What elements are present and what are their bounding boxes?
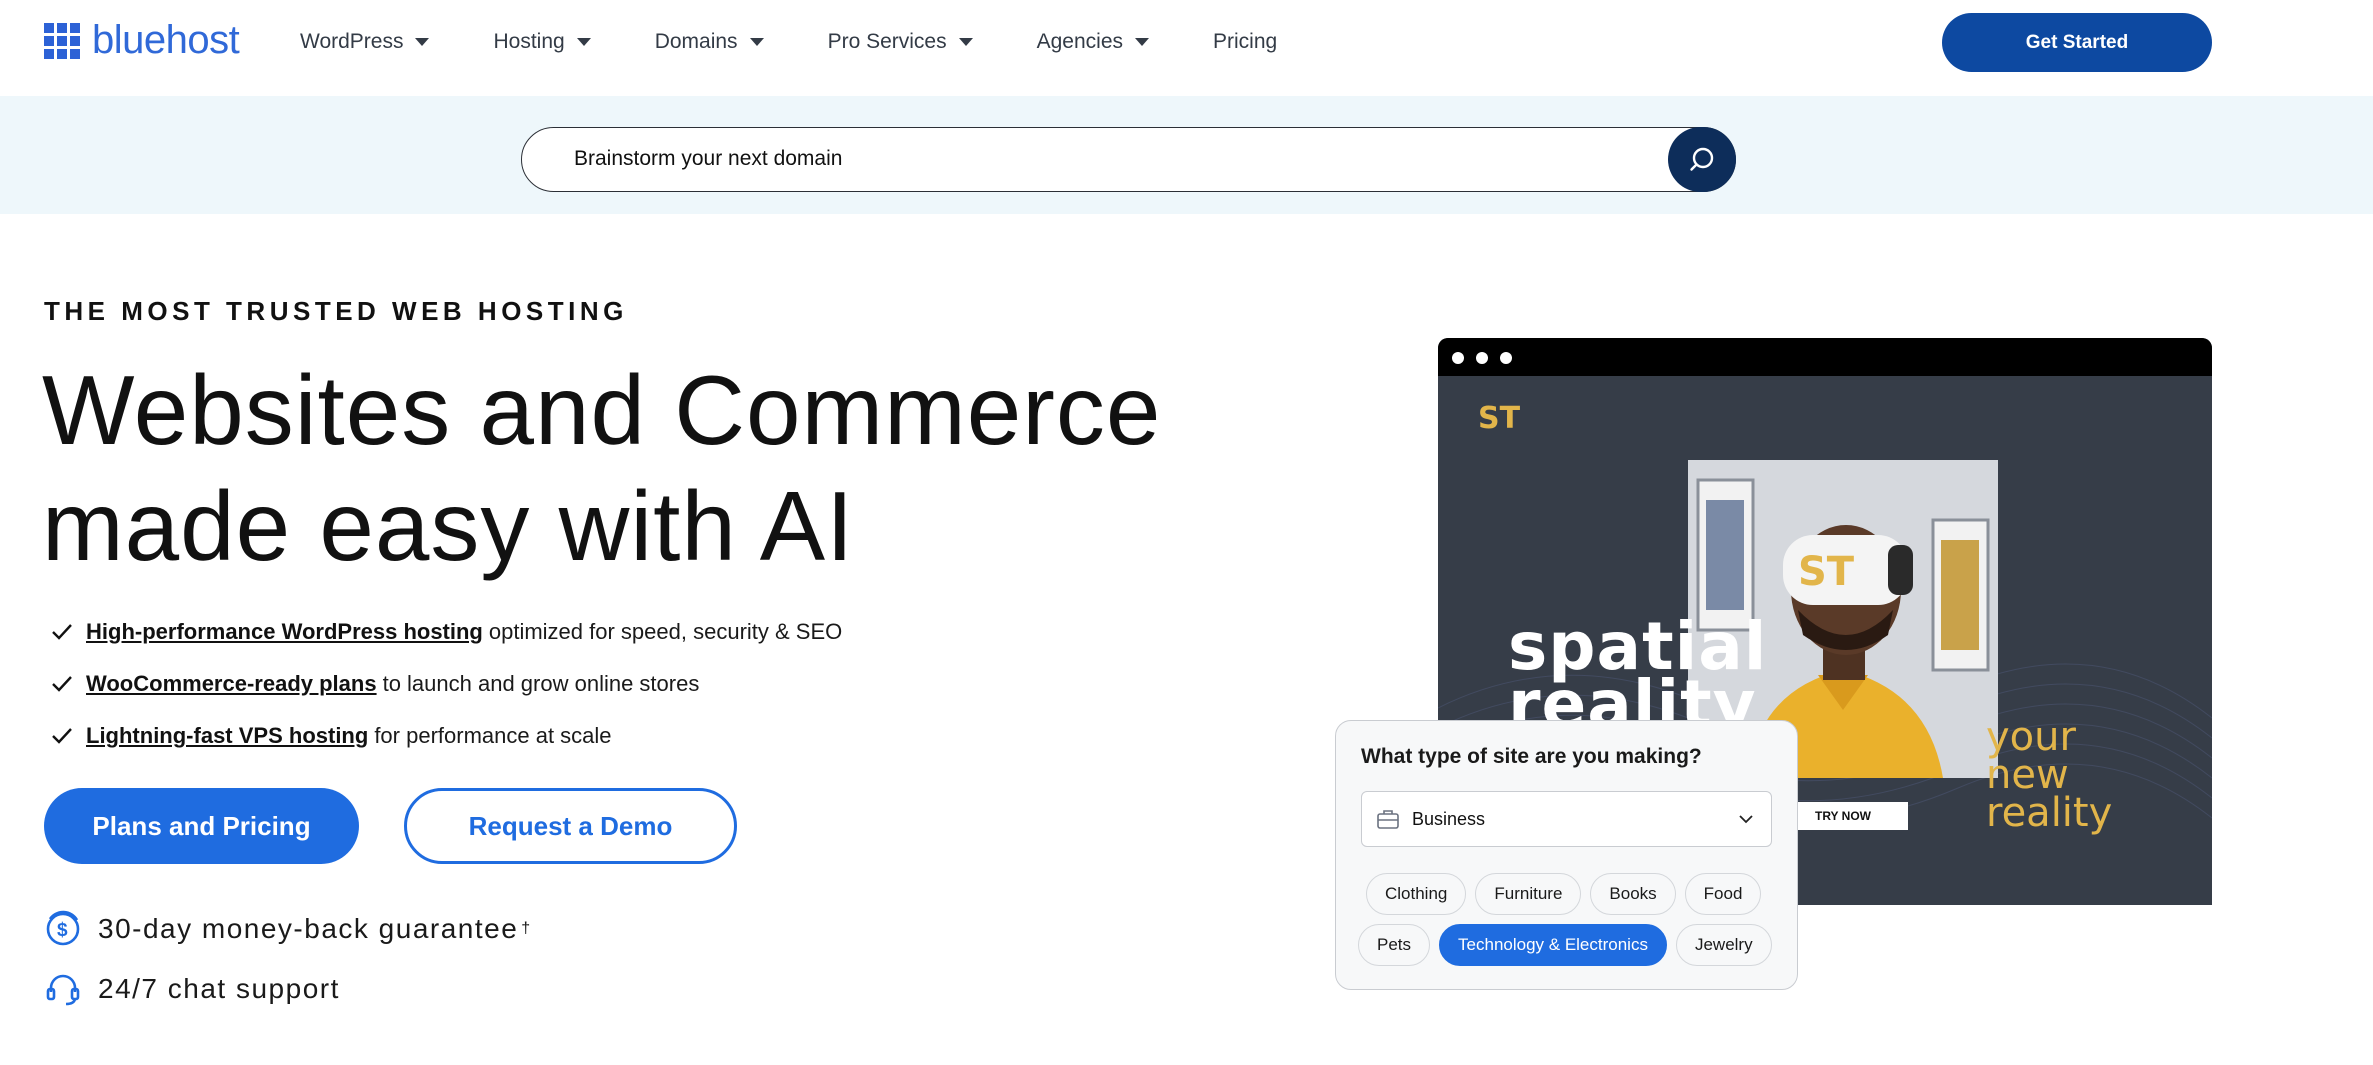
preview-tagline: your new reality bbox=[1986, 714, 2113, 836]
domain-search-box bbox=[521, 127, 1736, 192]
nav-item-domains[interactable]: Domains bbox=[655, 30, 764, 54]
feature-link-wordpress[interactable]: High-performance WordPress hosting bbox=[86, 619, 483, 645]
guarantee-text: 30-day money-back guarantee bbox=[98, 913, 519, 944]
bluehost-logo[interactable]: bluehost bbox=[44, 18, 240, 63]
hero-eyebrow: THE MOST TRUSTED WEB HOSTING bbox=[44, 296, 628, 326]
st-logo: ST bbox=[1478, 401, 1521, 434]
nav-item-agencies[interactable]: Agencies bbox=[1037, 30, 1149, 54]
nav-label: Pricing bbox=[1213, 30, 1278, 53]
window-dot-icon bbox=[1476, 352, 1488, 364]
search-icon bbox=[1690, 147, 1714, 171]
nav-label: Pro Services bbox=[827, 30, 947, 53]
headline-line-2: made easy with AI bbox=[42, 471, 855, 581]
caret-down-icon bbox=[749, 38, 764, 46]
logo-grid-icon bbox=[44, 22, 80, 59]
money-back-guarantee: $ 30-day money-back guarantee † bbox=[44, 910, 532, 948]
check-icon bbox=[52, 676, 72, 692]
headline-line-1: Websites and Commerce bbox=[42, 355, 1162, 465]
feature-text: optimized for speed, security & SEO bbox=[488, 619, 843, 644]
briefcase-icon bbox=[1377, 810, 1399, 829]
chip-furniture[interactable]: Furniture bbox=[1475, 873, 1582, 915]
preview-tagline-line: new bbox=[1986, 752, 2069, 798]
feature-link-woocommerce[interactable]: WooCommerce-ready plans bbox=[86, 671, 377, 697]
nav-item-wordpress[interactable]: WordPress bbox=[300, 30, 430, 54]
svg-text:ST: ST bbox=[1478, 401, 1521, 434]
check-icon bbox=[52, 728, 72, 744]
feature-link-vps[interactable]: Lightning-fast VPS hosting bbox=[86, 723, 368, 749]
svg-text:$: $ bbox=[57, 920, 69, 941]
site-type-selected-value: Business bbox=[1412, 808, 1486, 829]
chevron-down-icon bbox=[1739, 815, 1753, 824]
feature-item: WooCommerce-ready plans to launch and gr… bbox=[48, 658, 842, 710]
headset-icon bbox=[46, 974, 80, 1006]
caret-down-icon bbox=[958, 38, 973, 46]
caret-down-icon bbox=[576, 38, 591, 46]
caret-down-icon bbox=[415, 38, 430, 46]
hero-headline: Websites and Commerce made easy with AI bbox=[42, 352, 1242, 584]
chip-clothing[interactable]: Clothing bbox=[1366, 873, 1467, 915]
window-dot-icon bbox=[1452, 352, 1464, 364]
nav-label: Hosting bbox=[493, 30, 565, 53]
chip-row: Pets Technology & Electronics Jewelry bbox=[1358, 924, 1776, 966]
feature-text: to launch and grow online stores bbox=[382, 671, 700, 696]
guarantee-dagger: † bbox=[521, 920, 532, 937]
preview-headline: spatial reality bbox=[1508, 614, 1767, 738]
nav-label: Agencies bbox=[1036, 30, 1123, 53]
chip-row: Clothing Furniture Books Food bbox=[1366, 873, 1776, 915]
logo-text: bluehost bbox=[92, 18, 240, 62]
domain-search-input[interactable] bbox=[574, 128, 1654, 190]
search-button[interactable] bbox=[1668, 127, 1736, 192]
nav-item-hosting[interactable]: Hosting bbox=[493, 30, 591, 54]
chip-technology-electronics[interactable]: Technology & Electronics bbox=[1439, 924, 1667, 966]
chip-jewelry[interactable]: Jewelry bbox=[1675, 924, 1772, 966]
chip-pets[interactable]: Pets bbox=[1358, 924, 1431, 966]
chip-food[interactable]: Food bbox=[1684, 873, 1762, 915]
nav-label: WordPress bbox=[300, 30, 404, 53]
nav-label: Domains bbox=[654, 30, 738, 53]
feature-item: High-performance WordPress hosting optim… bbox=[48, 606, 842, 658]
feature-list: High-performance WordPress hosting optim… bbox=[48, 606, 842, 762]
request-demo-button[interactable]: Request a Demo bbox=[404, 788, 737, 864]
nav-item-pricing[interactable]: Pricing bbox=[1213, 30, 1277, 54]
preview-tagline-line: your bbox=[1986, 714, 2076, 760]
site-header: bluehost WordPress Hosting Domains Pro S… bbox=[0, 0, 2373, 96]
dollar-circle-icon: $ bbox=[46, 910, 80, 946]
preview-tagline-line: reality bbox=[1986, 790, 2113, 836]
browser-bar bbox=[1438, 338, 2212, 376]
check-icon bbox=[52, 624, 72, 640]
site-category-chips: Clothing Furniture Books Food Pets Techn… bbox=[1358, 873, 1776, 975]
main-nav: WordPress Hosting Domains Pro Services A… bbox=[300, 30, 1341, 54]
plans-and-pricing-button[interactable]: Plans and Pricing bbox=[44, 788, 359, 864]
get-started-button[interactable]: Get Started bbox=[1942, 13, 2212, 72]
domain-search-band bbox=[0, 96, 2373, 214]
site-type-question: What type of site are you making? bbox=[1361, 745, 1702, 768]
support-text: 24/7 chat support bbox=[98, 973, 340, 1004]
caret-down-icon bbox=[1135, 38, 1149, 46]
svg-text:ST: ST bbox=[1798, 549, 1855, 595]
feature-item: Lightning-fast VPS hosting for performan… bbox=[48, 710, 842, 762]
nav-item-pro-services[interactable]: Pro Services bbox=[828, 30, 973, 54]
chat-support: 24/7 chat support bbox=[44, 970, 340, 1008]
feature-text: for performance at scale bbox=[374, 723, 612, 748]
window-dot-icon bbox=[1500, 352, 1512, 364]
site-type-card: What type of site are you making? Busine… bbox=[1335, 720, 1798, 990]
chip-books[interactable]: Books bbox=[1590, 873, 1676, 915]
site-type-select[interactable]: Business bbox=[1361, 791, 1772, 847]
